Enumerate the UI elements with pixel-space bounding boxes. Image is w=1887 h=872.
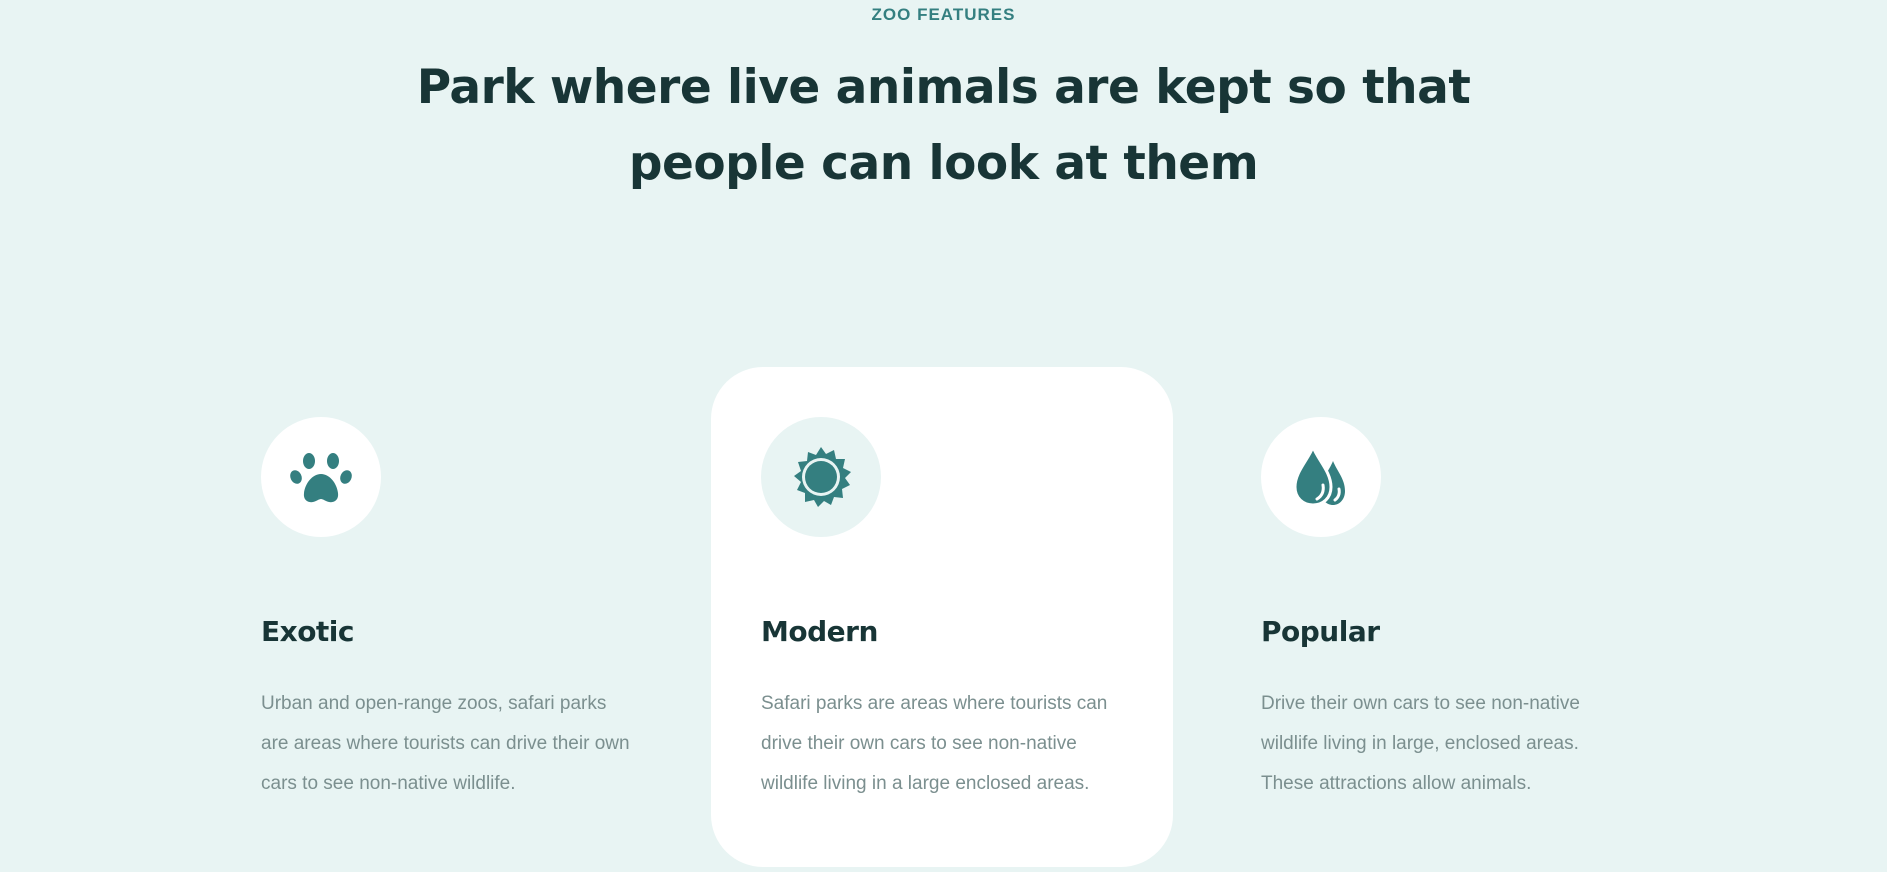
paw-icon [290,453,352,503]
feature-card-modern[interactable]: Modern Safari parks are areas where tour… [711,367,1173,867]
feature-title: Popular [1261,615,1380,648]
feature-description: Safari parks are areas where tourists ca… [761,693,1108,794]
feature-card-exotic[interactable]: Exotic Urban and open-range zoos, safari… [211,367,673,867]
section-eyebrow: ZOO FEATURES [871,5,1016,24]
feature-title: Modern [761,615,878,648]
feature-icon-circle [761,417,881,537]
feature-icon-circle [261,417,381,537]
feature-title: Exotic [261,615,355,648]
feature-icon-circle [1261,417,1381,537]
section-heading: Park where live animals are kept so that… [0,50,1887,202]
heading-line-1: Park where live animals are kept so that [416,60,1471,115]
feature-card-popular[interactable]: Popular Drive their own cars to see non-… [1211,367,1673,867]
droplets-icon [1293,445,1345,507]
feature-description: Urban and open-range zoos, safari parks … [261,693,630,794]
sun-icon [794,447,851,507]
feature-description: Drive their own cars to see non-native w… [1261,693,1580,794]
heading-line-2: people can look at them [628,136,1259,191]
